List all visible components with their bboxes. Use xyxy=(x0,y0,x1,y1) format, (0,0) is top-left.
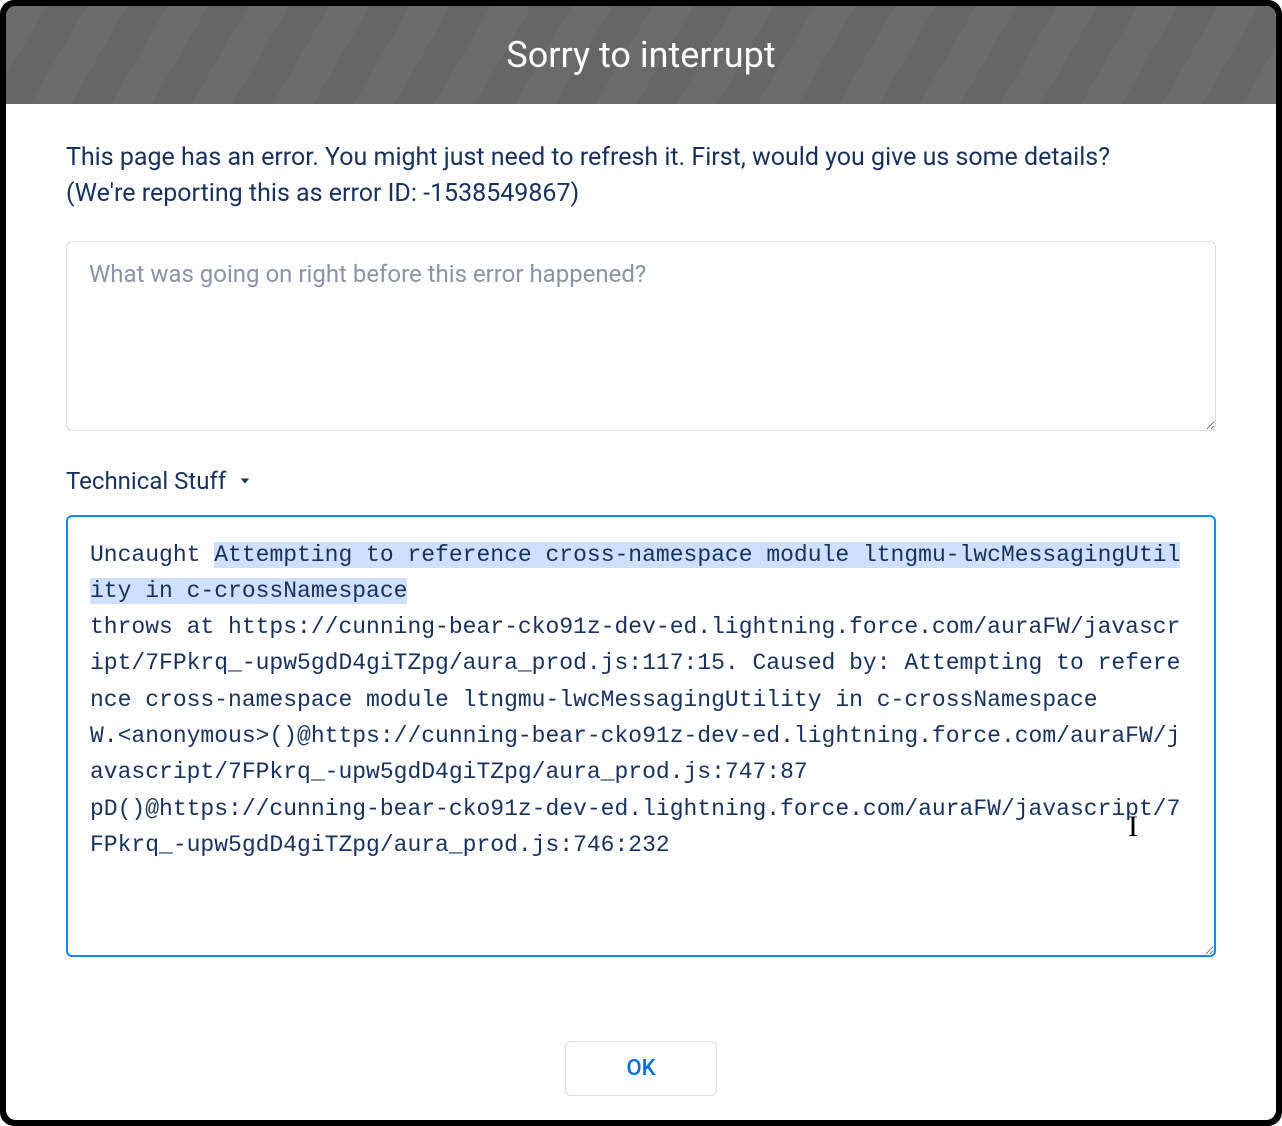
modal-footer: OK xyxy=(6,1027,1276,1120)
technical-stuff-toggle[interactable]: Technical Stuff xyxy=(66,467,1216,495)
error-prompt-line2: (We're reporting this as error ID: -1538… xyxy=(66,179,579,208)
technical-prefix: Uncaught xyxy=(90,542,214,568)
ok-button[interactable]: OK xyxy=(565,1041,716,1096)
technical-rest: throws at https://cunning-bear-cko91z-de… xyxy=(90,614,1180,858)
error-modal: Sorry to interrupt This page has an erro… xyxy=(6,6,1276,1120)
modal-body: This page has an error. You might just n… xyxy=(6,104,1276,1027)
technical-highlighted-text: Attempting to reference cross-namespace … xyxy=(90,542,1180,604)
chevron-down-icon xyxy=(234,470,256,492)
feedback-textarea[interactable] xyxy=(66,241,1216,431)
technical-details-textarea[interactable]: Uncaught Attempting to reference cross-n… xyxy=(66,515,1216,957)
technical-toggle-label: Technical Stuff xyxy=(66,467,226,495)
modal-backdrop: Sorry to interrupt This page has an erro… xyxy=(0,0,1282,1126)
modal-header: Sorry to interrupt xyxy=(6,6,1276,104)
modal-title: Sorry to interrupt xyxy=(26,34,1256,76)
error-prompt-line1: This page has an error. You might just n… xyxy=(66,143,1110,172)
error-message: This page has an error. You might just n… xyxy=(66,140,1216,213)
